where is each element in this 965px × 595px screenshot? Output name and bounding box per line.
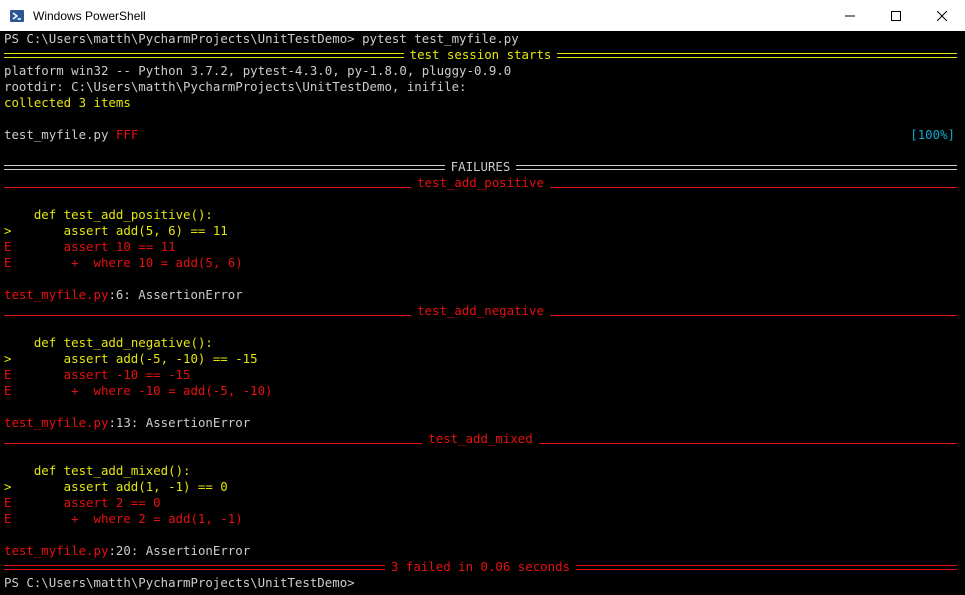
- file-name: test_myfile.py: [4, 127, 109, 142]
- test-name: test_add_positive: [417, 175, 544, 190]
- summary-separator: 3 failed in 0.06 seconds: [0, 559, 961, 575]
- test-name: test_add_mixed: [428, 431, 533, 446]
- file-result-line: test_myfile.py FFF [100%]: [0, 127, 961, 143]
- error-line: E assert 10 == 11: [3, 239, 176, 254]
- maximize-button[interactable]: [873, 0, 919, 31]
- powershell-window: Windows PowerShell PS C:\Users\matth\Pyc…: [0, 0, 965, 595]
- session-header-separator: test session starts: [0, 47, 961, 63]
- summary-text: 3 failed in 0.06 seconds: [390, 559, 571, 574]
- window-title: Windows PowerShell: [33, 8, 146, 23]
- prompt-line: PS C:\Users\matth\PycharmProjects\UnitTe…: [4, 575, 355, 590]
- failures-header: FAILURES: [450, 159, 511, 174]
- assert-line: > assert add(1, -1) == 0: [3, 479, 228, 494]
- assert-line: > assert add(5, 6) == 11: [3, 223, 228, 238]
- def-line: def test_add_negative():: [4, 335, 213, 350]
- error-location: test_myfile.py:20: AssertionError: [4, 543, 251, 558]
- error-line: E + where 2 = add(1, -1): [3, 511, 243, 526]
- close-button[interactable]: [919, 0, 965, 31]
- file-result: FFF: [115, 127, 139, 142]
- prompt-line: PS C:\Users\matth\PycharmProjects\UnitTe…: [4, 31, 519, 46]
- error-line: E assert 2 == 0: [3, 495, 161, 510]
- test-separator: test_add_mixed: [0, 431, 961, 447]
- powershell-icon: [10, 9, 24, 22]
- error-line: E + where -10 = add(-5, -10): [3, 383, 273, 398]
- test-separator: test_add_positive: [0, 175, 961, 191]
- def-line: def test_add_mixed():: [4, 463, 191, 478]
- failures-separator: FAILURES: [0, 159, 961, 175]
- error-location: test_myfile.py:6: AssertionError: [4, 287, 243, 302]
- def-line: def test_add_positive():: [4, 207, 213, 222]
- minimize-button[interactable]: [827, 0, 873, 31]
- close-icon: [937, 10, 947, 21]
- assert-line: > assert add(-5, -10) == -15: [3, 351, 258, 366]
- error-line: E + where 10 = add(5, 6): [3, 255, 243, 270]
- title-bar[interactable]: Windows PowerShell: [0, 0, 965, 32]
- collected-line: collected 3 items: [4, 95, 131, 110]
- progress-indicator: [100%]: [910, 127, 955, 142]
- test-name: test_add_negative: [417, 303, 544, 318]
- scrollbar[interactable]: [961, 31, 965, 595]
- test-separator: test_add_negative: [0, 303, 961, 319]
- error-line: E assert -10 == -15: [3, 367, 191, 382]
- rootdir-line: rootdir: C:\Users\matth\PycharmProjects\…: [4, 79, 467, 94]
- maximize-icon: [891, 10, 901, 21]
- error-location: test_myfile.py:13: AssertionError: [4, 415, 251, 430]
- console-output[interactable]: PS C:\Users\matth\PycharmProjects\UnitTe…: [0, 31, 961, 595]
- session-header: test session starts: [409, 47, 552, 62]
- minimize-icon: [845, 15, 855, 16]
- platform-line: platform win32 -- Python 3.7.2, pytest-4…: [4, 63, 512, 78]
